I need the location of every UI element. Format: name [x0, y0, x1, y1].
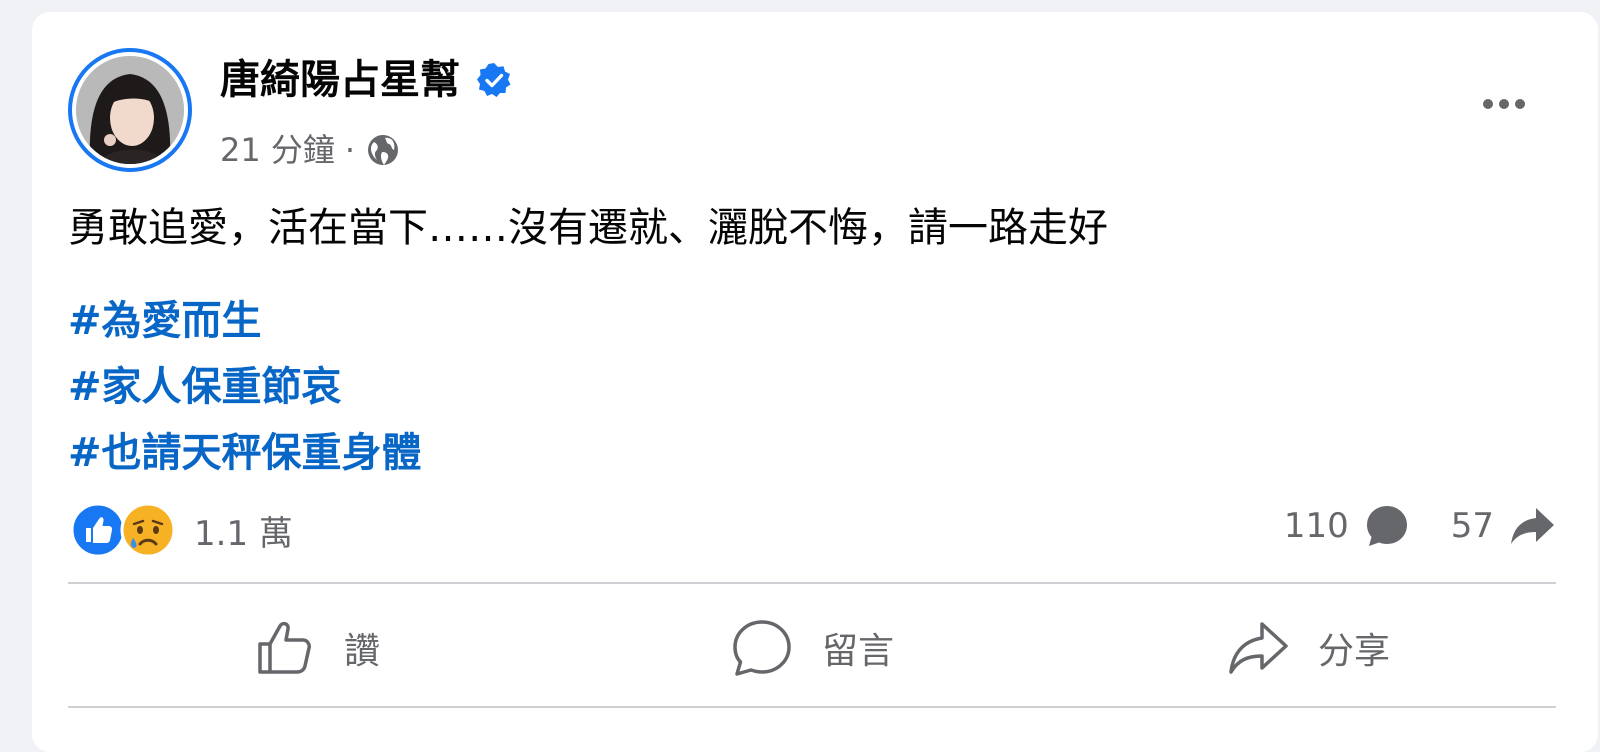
like-button-label: 讚	[343, 631, 380, 672]
verified-badge-icon	[477, 63, 511, 97]
more-options-button[interactable]	[1472, 88, 1536, 120]
hashtag-link[interactable]: #為愛而生	[68, 288, 422, 354]
share-button-label: 分享	[1317, 631, 1390, 672]
share-count-value: 57	[1450, 506, 1494, 546]
author-line: 唐綺陽占星幫	[220, 52, 512, 108]
post-timestamp[interactable]: 21 分鐘	[220, 128, 335, 172]
engagement-stats: 110 57	[1284, 502, 1556, 550]
action-bar: 讚 留言 分享	[68, 598, 1556, 698]
avatar-photo	[76, 56, 184, 164]
meta-separator: ·	[344, 131, 356, 169]
divider	[68, 582, 1556, 584]
hashtag-link[interactable]: #也請天秤保重身體	[68, 420, 422, 486]
comment-bubble-icon	[1366, 506, 1407, 546]
like-reaction-icon	[70, 502, 126, 558]
globe-icon	[368, 135, 399, 165]
dot-icon	[1483, 99, 1493, 109]
thumbs-up-icon	[258, 621, 311, 674]
comment-icon	[733, 620, 791, 676]
share-count[interactable]: 57	[1451, 502, 1556, 550]
reaction-count: 1.1 萬	[194, 513, 293, 554]
hashtag-link[interactable]: #家人保重節哀	[68, 354, 422, 420]
comment-button-label: 留言	[821, 631, 894, 672]
author-name[interactable]: 唐綺陽占星幫	[220, 52, 460, 108]
post-meta: 21 分鐘 ·	[220, 128, 401, 172]
share-button[interactable]: 分享	[1060, 616, 1556, 680]
reaction-summary[interactable]: 1.1 萬	[70, 502, 293, 558]
post-card: 唐綺陽占星幫 21 分鐘 · 勇敢追愛，活在當下……沒有遷就、灑脫不悔，請一路走…	[32, 12, 1598, 752]
post-text: 勇敢追愛，活在當下……沒有遷就、灑脫不悔，請一路走好	[68, 205, 1108, 251]
dot-icon	[1499, 99, 1509, 109]
share-arrow-icon	[1511, 508, 1554, 544]
share-icon	[1229, 622, 1288, 674]
comment-button[interactable]: 留言	[564, 616, 1060, 680]
author-avatar[interactable]	[68, 48, 192, 172]
divider	[68, 706, 1556, 708]
comment-count[interactable]: 110	[1284, 502, 1411, 550]
like-button[interactable]: 讚	[68, 616, 564, 680]
dot-icon	[1515, 99, 1525, 109]
comment-count-value: 110	[1283, 506, 1349, 546]
sad-reaction-icon	[120, 502, 176, 558]
hashtag-list: #為愛而生 #家人保重節哀 #也請天秤保重身體	[68, 288, 422, 486]
